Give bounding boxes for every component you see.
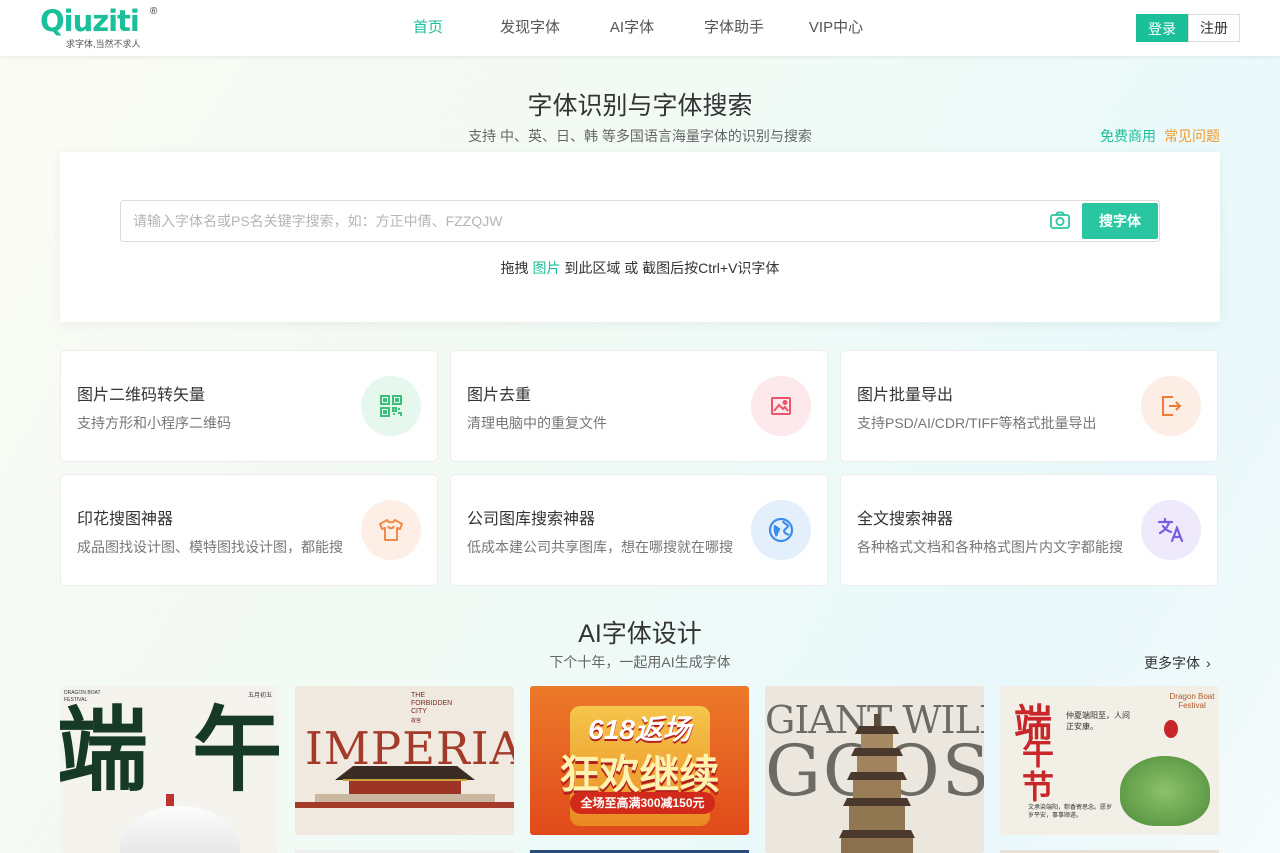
tool-card-fulltext-search[interactable]: 全文搜索神器 各种格式文档和各种格式图片内文字都能搜 xyxy=(840,474,1218,586)
nav-item-vip[interactable]: VIP中心 xyxy=(798,0,874,56)
poster-giant-wild-goose[interactable]: GIANT WILD GOOSE xyxy=(765,686,984,853)
login-button[interactable]: 登录 xyxy=(1136,14,1188,42)
poster-pagoda xyxy=(837,714,917,853)
poster-mountain xyxy=(120,806,240,853)
translate-icon xyxy=(1141,500,1201,560)
ai-section-title: AI字体设计 xyxy=(578,620,702,648)
faq-link[interactable]: 常见问题 xyxy=(1164,126,1220,146)
poster-imperial[interactable]: THE FORBIDDEN CITY 故宫 IMPERIAL xyxy=(295,686,514,835)
poster-dragon-boat-1[interactable]: DRAGON BOAT FESTIVAL 五月初五 端 午 xyxy=(60,686,279,853)
tool-desc: 成品图找设计图、模特图找设计图，都能搜 xyxy=(77,539,343,555)
poster-big-char: 端 xyxy=(60,696,149,804)
poster-footer: 文承染端阳，粽香寄思念。愿岁岁平安，事事顺遂。 xyxy=(1028,805,1113,819)
poster-big-char: 午节 xyxy=(1022,734,1055,806)
poster-dragon-boat-2[interactable]: 端 午节 Dragon Boat Festival 仲夏端阳至，人间正安康。 文… xyxy=(1000,686,1219,835)
tool-desc: 低成本建公司共享图库，想在哪搜就在哪搜 xyxy=(467,539,733,555)
page-subtitle: 支持 中、英、日、韩 等多国语言海量字体的识别与搜索 xyxy=(468,128,812,144)
tool-card-batch-export[interactable]: 图片批量导出 支持PSD/AI/CDR/TIFF等格式批量导出 xyxy=(840,350,1218,462)
poster-618-sale[interactable]: 618返场 狂欢继续 全场至高满300减150元 xyxy=(530,686,749,835)
poster-small-label: Dragon Boat Festival xyxy=(1169,692,1215,710)
image-icon xyxy=(751,376,811,436)
poster-palace xyxy=(295,758,514,808)
export-icon xyxy=(1141,376,1201,436)
page-title: 字体识别与字体搜索 xyxy=(527,92,753,120)
tshirt-icon xyxy=(361,500,421,560)
ai-section-subtitle: 下个十年，一起用AI生成字体 xyxy=(549,654,731,670)
search-box: 搜字体 xyxy=(120,200,1160,242)
camera-icon[interactable] xyxy=(1049,211,1071,231)
tool-title: 图片二维码转矢量 xyxy=(77,387,206,404)
poster-small-label: THE FORBIDDEN CITY xyxy=(411,692,453,715)
site-logo[interactable]: Qiuziti ® 求字体,当然不求人 xyxy=(40,4,162,50)
chevron-right-icon: › xyxy=(1206,655,1211,671)
nav-item-ai-fonts[interactable]: AI字体 xyxy=(594,0,670,56)
qrcode-icon xyxy=(361,376,421,436)
tool-card-qrcode[interactable]: 图片二维码转矢量 支持方形和小程序二维码 xyxy=(60,350,438,462)
logo-registered-mark: ® xyxy=(150,6,158,17)
free-commercial-link[interactable]: 免费商用 xyxy=(1100,126,1156,146)
tool-title: 全文搜索神器 xyxy=(857,511,954,528)
more-fonts-link[interactable]: 更多字体 › xyxy=(1144,653,1211,673)
search-panel[interactable]: 搜字体 拖拽 图片 到此区域 或 截图后按Ctrl+V识字体 xyxy=(60,152,1220,322)
upload-image-link[interactable]: 图片 xyxy=(532,260,560,276)
tool-title: 图片批量导出 xyxy=(857,387,954,404)
tool-title: 图片去重 xyxy=(467,387,532,404)
tool-card-company-gallery[interactable]: 公司图库搜索神器 低成本建公司共享图库，想在哪搜就在哪搜 xyxy=(450,474,828,586)
poster-bottom-badge: 全场至高满300减150元 xyxy=(570,792,715,814)
nav-item-home[interactable]: 首页 xyxy=(390,0,466,56)
drag-hint-prefix: 拖拽 xyxy=(500,260,529,276)
poster-zongzi xyxy=(1120,756,1210,826)
more-fonts-label: 更多字体 xyxy=(1144,655,1200,671)
top-header: Qiuziti ® 求字体,当然不求人 首页 发现字体 AI字体 字体助手 VI… xyxy=(0,0,1280,56)
tool-desc: 支持PSD/AI/CDR/TIFF等格式批量导出 xyxy=(857,415,1097,431)
poster-lantern xyxy=(1164,720,1178,738)
tool-card-print-search[interactable]: 印花搜图神器 成品图找设计图、模特图找设计图，都能搜 xyxy=(60,474,438,586)
nav-item-font-assistant[interactable]: 字体助手 xyxy=(670,0,798,56)
search-button[interactable]: 搜字体 xyxy=(1082,203,1158,239)
tool-card-dedupe[interactable]: 图片去重 清理电脑中的重复文件 xyxy=(450,350,828,462)
poster-poem: 仲夏端阳至，人间正安康。 xyxy=(1066,711,1130,731)
main-nav: 首页 发现字体 AI字体 字体助手 VIP中心 xyxy=(390,0,874,56)
tool-desc: 清理电脑中的重复文件 xyxy=(467,415,607,431)
logo-slogan: 求字体,当然不求人 xyxy=(66,39,141,49)
poster-seal xyxy=(166,794,174,806)
tool-title: 印花搜图神器 xyxy=(77,511,174,528)
globe-icon xyxy=(751,500,811,560)
drag-hint-suffix: 到此区域 或 截图后按Ctrl+V识字体 xyxy=(564,260,780,276)
register-button[interactable]: 注册 xyxy=(1188,14,1240,42)
tool-title: 公司图库搜索神器 xyxy=(467,511,596,528)
tool-desc: 支持方形和小程序二维码 xyxy=(77,415,231,431)
nav-item-discover[interactable]: 发现字体 xyxy=(466,0,594,56)
poster-big-char: 午 xyxy=(192,696,279,804)
drag-drop-hint: 拖拽 图片 到此区域 或 截图后按Ctrl+V识字体 xyxy=(60,258,1220,278)
logo-text: Qiuziti xyxy=(40,4,140,38)
tool-desc: 各种格式文档和各种格式图片内文字都能搜 xyxy=(857,539,1123,555)
search-input[interactable] xyxy=(133,201,1033,241)
